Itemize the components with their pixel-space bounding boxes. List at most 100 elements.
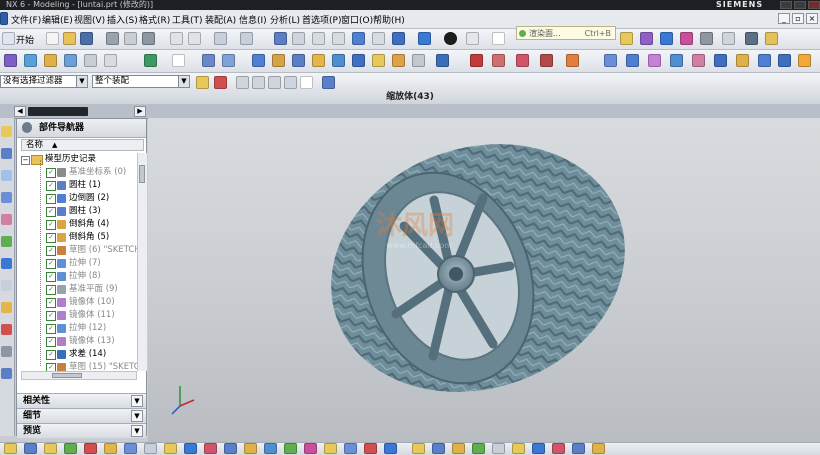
box-icon[interactable]	[172, 54, 185, 67]
tree-feature-row[interactable]: ✓ 求差 (14)	[17, 348, 137, 361]
paste-icon[interactable]	[142, 32, 155, 45]
save-icon[interactable]	[80, 32, 93, 45]
reuse-library-icon[interactable]	[1, 192, 12, 203]
open-icon[interactable]	[63, 32, 76, 45]
process-studio-icon[interactable]	[1, 280, 12, 291]
detail-view-icon[interactable]	[572, 443, 585, 454]
table-icon[interactable]	[492, 443, 505, 454]
menu-preferences[interactable]: 首选项(P)	[302, 13, 341, 26]
symbol-icon[interactable]	[472, 443, 485, 454]
boss-icon[interactable]	[84, 54, 97, 67]
doc-restore-button[interactable]: ▫	[792, 13, 804, 24]
reposition-icon[interactable]	[84, 443, 97, 454]
explode-icon[interactable]	[104, 443, 117, 454]
tree-feature-row[interactable]: ✓ 草图 (6) "SKETCH_0	[17, 244, 137, 257]
undo-icon[interactable]	[170, 32, 183, 45]
maximize-button[interactable]	[794, 1, 806, 9]
assembly-navigator-icon[interactable]	[1, 126, 12, 137]
through-curves-icon[interactable]	[626, 54, 639, 67]
spline-icon[interactable]	[516, 54, 529, 67]
visibility-checkbox[interactable]: ✓	[46, 181, 56, 191]
start-button[interactable]: 开始	[16, 33, 34, 46]
assembly-scope-dropdown[interactable]: 整个装配 ▼	[92, 75, 190, 88]
subtract-icon[interactable]	[222, 54, 235, 67]
product-interface-icon[interactable]	[244, 443, 257, 454]
surface-icon[interactable]	[604, 54, 617, 67]
chamfer-icon[interactable]	[272, 54, 285, 67]
patch-icon[interactable]	[692, 54, 705, 67]
zoom-icon[interactable]	[312, 32, 325, 45]
draft-icon[interactable]	[312, 54, 325, 67]
wcs-icon[interactable]	[722, 32, 735, 45]
rotate-icon[interactable]	[352, 32, 365, 45]
view-orient-icon[interactable]	[392, 32, 405, 45]
extrude-icon[interactable]	[24, 54, 37, 67]
extract-icon[interactable]	[714, 54, 727, 67]
tree-feature-row[interactable]: ✓ 拉伸 (7)	[17, 257, 137, 270]
mate-icon[interactable]	[204, 443, 217, 454]
section-dependencies[interactable]: 相关性 ▼	[17, 393, 146, 408]
synchronous-icon[interactable]	[798, 54, 811, 67]
hole-icon[interactable]	[64, 54, 77, 67]
ruler-icon[interactable]	[765, 32, 778, 45]
endpoint-icon[interactable]	[236, 76, 249, 89]
tree-feature-row[interactable]: ✓ 镜像体 (11)	[17, 309, 137, 322]
chevron-down-icon[interactable]: ▼	[131, 410, 143, 422]
view-icon[interactable]	[660, 32, 673, 45]
pocket-icon[interactable]	[104, 54, 117, 67]
tree-feature-row[interactable]: ✓ 圆柱 (3)	[17, 205, 137, 218]
visibility-checkbox[interactable]: ✓	[46, 233, 56, 243]
menu-help[interactable]: 帮助(H)	[373, 13, 405, 26]
roles-icon[interactable]	[1, 302, 12, 313]
graphics-window[interactable]: 沐风网 www.mfcad.com	[148, 118, 820, 442]
menu-view[interactable]: 视图(V)	[74, 13, 105, 26]
rect-select-icon[interactable]	[300, 76, 313, 89]
copy-icon[interactable]	[124, 32, 137, 45]
tree-feature-row[interactable]: ✓ 圆柱 (1)	[17, 179, 137, 192]
mirror-assembly-icon[interactable]	[304, 443, 317, 454]
fit-icon[interactable]	[274, 32, 287, 45]
instance-icon[interactable]	[412, 54, 425, 67]
visibility-checkbox[interactable]: ✓	[46, 298, 56, 308]
unite-icon[interactable]	[202, 54, 215, 67]
arc-icon[interactable]	[540, 54, 553, 67]
visibility-checkbox[interactable]: ✓	[46, 246, 56, 256]
arrangement-icon[interactable]	[184, 443, 197, 454]
visibility-checkbox[interactable]: ✓	[46, 337, 56, 347]
tree-feature-row[interactable]: ✓ 边倒圆 (2)	[17, 192, 137, 205]
broken-view-icon[interactable]	[592, 443, 605, 454]
visibility-checkbox[interactable]: ✓	[46, 272, 56, 282]
view-add-icon[interactable]	[532, 443, 545, 454]
sketch-icon[interactable]	[4, 54, 17, 67]
minimize-button[interactable]	[780, 1, 792, 9]
clearance-icon[interactable]	[144, 443, 157, 454]
check-icon[interactable]	[364, 443, 377, 454]
layer-icon[interactable]	[680, 32, 693, 45]
menu-edit[interactable]: 编辑(E)	[42, 13, 73, 26]
snap-icon[interactable]	[240, 32, 253, 45]
point-type-icon[interactable]	[214, 76, 227, 89]
display-icon[interactable]	[640, 32, 653, 45]
tree-feature-row[interactable]: ✓ 拉伸 (12)	[17, 322, 137, 335]
menu-assembly[interactable]: 装配(A)	[205, 13, 236, 26]
zoom-window-icon[interactable]	[292, 32, 305, 45]
menu-format[interactable]: 格式(R)	[139, 13, 170, 26]
doc-minimize-button[interactable]: _	[778, 13, 790, 24]
curve-icon[interactable]	[492, 54, 505, 67]
tire-model[interactable]: 沐风网 www.mfcad.com	[148, 118, 820, 442]
section-details[interactable]: 细节 ▼	[17, 408, 146, 423]
assembly-tools-icon[interactable]	[24, 443, 37, 454]
chevron-left-icon[interactable]: ◀	[14, 106, 26, 117]
datum-icon[interactable]	[144, 54, 157, 67]
visibility-checkbox[interactable]: ✓	[46, 350, 56, 360]
split-body-icon[interactable]	[352, 54, 365, 67]
visibility-checkbox[interactable]: ✓	[46, 220, 56, 230]
section-preview[interactable]: 预览 ▼	[17, 423, 146, 438]
edge-blend-icon[interactable]	[252, 54, 265, 67]
visibility-checkbox[interactable]: ✓	[46, 324, 56, 334]
menu-window[interactable]: 窗口(O)	[341, 13, 373, 26]
close-button[interactable]	[808, 1, 820, 9]
offset-face-icon[interactable]	[372, 54, 385, 67]
constraint-navigator-icon[interactable]	[1, 148, 12, 159]
selection-filter-dropdown[interactable]: 没有选择过滤器 ▼	[0, 75, 88, 88]
